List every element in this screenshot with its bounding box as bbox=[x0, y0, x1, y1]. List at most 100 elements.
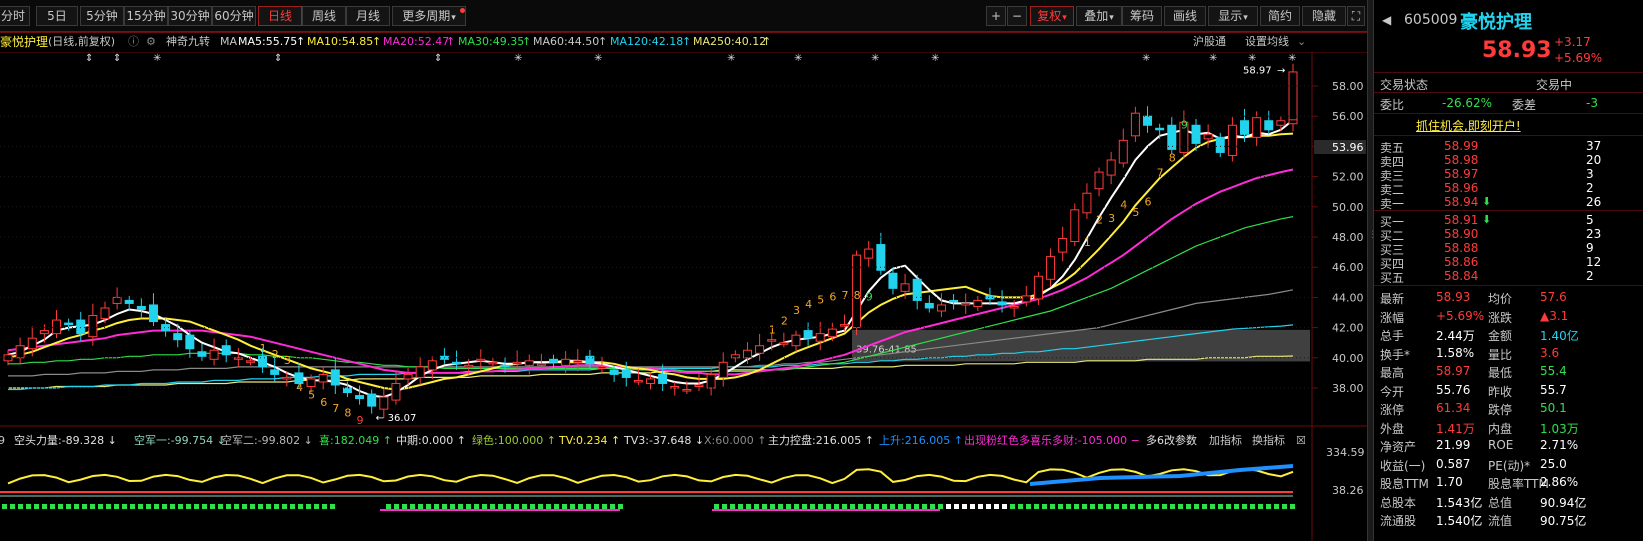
signal-square bbox=[1234, 504, 1239, 509]
event-marker-icon[interactable]: ✳ bbox=[871, 53, 879, 64]
display-dropdown[interactable]: 显示 bbox=[1208, 6, 1258, 26]
signal-square bbox=[138, 504, 143, 509]
tab-5day[interactable]: 5日 bbox=[36, 6, 78, 26]
zoom-out-button[interactable]: − bbox=[1007, 6, 1027, 26]
signal-square bbox=[746, 504, 751, 509]
event-marker-icon[interactable]: ✳ bbox=[153, 53, 161, 64]
stat-label: 均价 bbox=[1488, 292, 1513, 306]
signal-square bbox=[1210, 504, 1215, 509]
event-marker-icon[interactable]: ✳ bbox=[1209, 53, 1217, 64]
signal-square bbox=[1162, 504, 1167, 509]
ma120-value: MA120:42.18 bbox=[610, 35, 684, 48]
event-marker-icon[interactable]: ⇕ bbox=[434, 53, 442, 64]
event-marker-icon[interactable]: ✳ bbox=[1142, 53, 1150, 64]
tab-60min[interactable]: 60分钟 bbox=[212, 6, 256, 26]
event-marker-icon[interactable]: ⇕ bbox=[85, 53, 93, 64]
help-icon[interactable]: ⓘ bbox=[128, 33, 139, 51]
nine-turn-label: 8 bbox=[854, 289, 861, 302]
signal-square bbox=[722, 504, 727, 509]
event-marker-icon[interactable]: ✳ bbox=[1288, 53, 1296, 64]
buy-volume: 12 bbox=[1586, 255, 1602, 269]
sub-blue-line bbox=[1029, 464, 1294, 486]
stat-value: 58.93 bbox=[1436, 290, 1471, 304]
event-marker-icon[interactable]: ⇕ bbox=[113, 53, 121, 64]
signal-square bbox=[954, 504, 959, 509]
tab-daily[interactable]: 日线 bbox=[258, 6, 302, 26]
signal-square bbox=[914, 504, 919, 509]
nine-turn-label: 8 bbox=[1169, 152, 1176, 165]
event-marker-icon[interactable]: ✳ bbox=[1248, 53, 1256, 64]
signal-square bbox=[1250, 504, 1255, 509]
fuquan-dropdown[interactable]: 复权 bbox=[1030, 6, 1074, 26]
signal-square bbox=[1106, 504, 1111, 509]
signal-square bbox=[1130, 504, 1135, 509]
tab-monthly[interactable]: 月线 bbox=[346, 6, 390, 26]
fullscreen-icon[interactable]: ⛶ bbox=[1347, 6, 1365, 26]
settings-icon[interactable]: ⚙ bbox=[146, 33, 156, 51]
signal-square bbox=[402, 504, 407, 509]
signal-square bbox=[826, 504, 831, 509]
signal-square bbox=[1042, 504, 1047, 509]
buy-volume: 9 bbox=[1586, 241, 1594, 255]
signal-square bbox=[890, 504, 895, 509]
close-icon[interactable]: ☒ bbox=[1296, 434, 1306, 447]
nine-turn-label: 1 bbox=[1084, 236, 1091, 249]
tab-fenshi[interactable]: 分时 bbox=[0, 6, 30, 26]
back-arrow-icon[interactable]: ◀ bbox=[1382, 13, 1391, 27]
stat-label: 股息TTM bbox=[1380, 477, 1429, 491]
signal-square bbox=[1034, 504, 1039, 509]
candle-body bbox=[900, 283, 910, 292]
buy-level-label: 买五 bbox=[1380, 271, 1405, 285]
stat-value: 90.75亿 bbox=[1540, 514, 1587, 528]
candle-body bbox=[403, 373, 413, 380]
event-marker-icon[interactable]: ✳ bbox=[514, 53, 522, 64]
signal-square bbox=[1290, 504, 1295, 509]
hide-button[interactable]: 隐藏 bbox=[1302, 6, 1346, 26]
stat-label: 总股本 bbox=[1380, 495, 1417, 510]
sub-indicator-9: 主力控盘:216.005 ↑ bbox=[768, 433, 874, 447]
sub-indicator-13[interactable]: 加指标 bbox=[1209, 433, 1242, 447]
tab-more-periods[interactable]: 更多周期 bbox=[392, 6, 466, 26]
overlay-dropdown[interactable]: 叠加 bbox=[1076, 6, 1122, 26]
signal-square bbox=[282, 504, 287, 509]
event-marker-icon[interactable]: ✳ bbox=[794, 53, 802, 64]
low-arrow-icon: ← bbox=[376, 413, 384, 424]
tab-weekly[interactable]: 周线 bbox=[302, 6, 346, 26]
simple-mode-button[interactable]: 简约 bbox=[1260, 6, 1300, 26]
signal-square bbox=[1178, 504, 1183, 509]
event-marker-icon[interactable]: ✳ bbox=[931, 53, 939, 64]
signal-square bbox=[514, 504, 519, 509]
candle-body bbox=[573, 360, 583, 363]
set-ma-button[interactable]: 设置均线 bbox=[1245, 33, 1289, 51]
stat-label: 换手* bbox=[1380, 347, 1411, 362]
tab-5min[interactable]: 5分钟 bbox=[80, 6, 124, 26]
ma5-value: MA5:55.75 bbox=[238, 35, 298, 48]
ma60-value: MA60:44.50 bbox=[533, 35, 600, 48]
event-marker-icon[interactable]: ✳ bbox=[594, 53, 602, 64]
event-marker-icon[interactable]: ⇕ bbox=[274, 53, 282, 64]
signal-square bbox=[730, 504, 735, 509]
chevron-down-icon[interactable]: ⌄ bbox=[1297, 33, 1306, 51]
sub-indicator-12[interactable]: 多6改参数 bbox=[1146, 433, 1197, 447]
zoom-in-button[interactable]: + bbox=[986, 6, 1006, 26]
sub-indicator-7: TV3:-37.648 ↓ bbox=[623, 434, 704, 447]
event-marker-icon[interactable]: ✳ bbox=[727, 53, 735, 64]
tab-15min[interactable]: 15分钟 bbox=[124, 6, 168, 26]
kline-chart[interactable]: 58.0056.0054.0052.0050.0048.0046.0044.00… bbox=[0, 52, 1367, 541]
stat-value: 2.86% bbox=[1540, 475, 1579, 489]
signal-square bbox=[50, 504, 55, 509]
tab-30min[interactable]: 30分钟 bbox=[168, 6, 212, 26]
stat-label: 总手 bbox=[1380, 329, 1405, 343]
nine-turn-label: 5 bbox=[1132, 206, 1139, 219]
sub-indicator-14[interactable]: 换指标 bbox=[1252, 433, 1285, 447]
signal-square bbox=[90, 504, 95, 509]
chart-mode-label[interactable]: (日线,前复权) bbox=[48, 33, 115, 51]
sub-indicator-8: X:60.000 ↑ bbox=[704, 434, 766, 447]
indicator-name[interactable]: 神奇九转 bbox=[166, 33, 210, 51]
hgt-link[interactable]: 沪股通 bbox=[1193, 33, 1226, 51]
signal-square bbox=[306, 504, 311, 509]
chips-button[interactable]: 筹码 bbox=[1122, 6, 1162, 26]
draw-line-button[interactable]: 画线 bbox=[1164, 6, 1206, 26]
open-account-banner[interactable]: 抓住机会,即刻开户! bbox=[1416, 117, 1521, 134]
candle-body bbox=[1167, 124, 1177, 150]
